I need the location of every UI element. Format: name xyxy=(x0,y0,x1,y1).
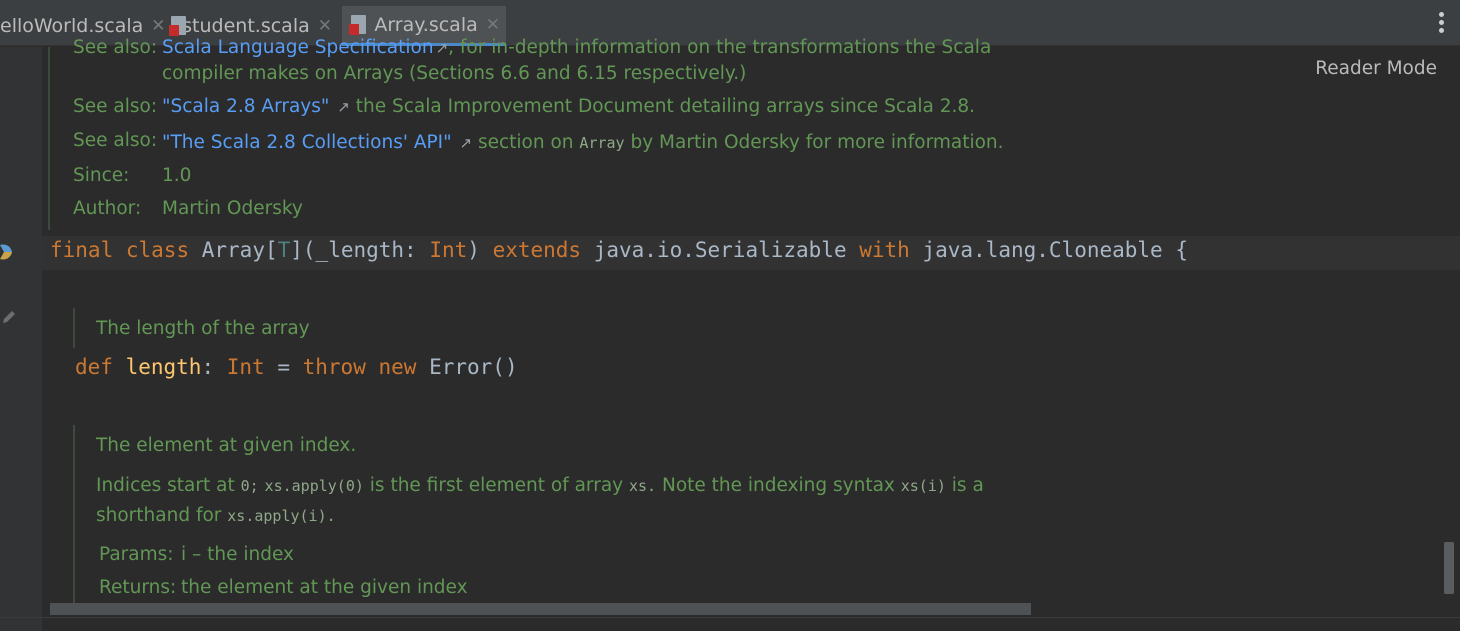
external-link-icon: ↗ xyxy=(459,134,473,152)
length-def-line[interactable]: def length: Int = throw new Error() xyxy=(75,355,518,379)
doc-link[interactable]: "Scala 2.8 Arrays" xyxy=(162,96,329,117)
see-also-collections-line: "The Scala 2.8 Collections' API" ↗ secti… xyxy=(162,132,1004,153)
close-icon[interactable]: ✕ xyxy=(486,15,500,35)
see-also-text: the Scala Improvement Document detailing… xyxy=(355,96,976,117)
keyword: final xyxy=(50,238,114,262)
type: Int xyxy=(429,238,468,262)
params: ](_length: xyxy=(290,238,430,262)
punct: : xyxy=(201,355,227,379)
keyword: extends xyxy=(492,238,582,262)
supertype: java.lang.Cloneable { xyxy=(909,238,1188,262)
horizontal-scrollbar[interactable] xyxy=(50,603,1031,615)
punct: = xyxy=(264,355,303,379)
doc-text: Note the indexing syntax xyxy=(661,475,895,496)
inline-code: xs.apply(0) xyxy=(264,477,364,495)
type: Int xyxy=(226,355,265,379)
see-also-text: by Martin Odersky for more information. xyxy=(630,132,1004,153)
keyword: def xyxy=(75,355,113,379)
doc-comment-apply xyxy=(73,425,75,603)
returns-value: the element at the given index xyxy=(181,577,468,598)
inline-code: xs. xyxy=(629,477,657,495)
see-also-continuation: compiler makes on Arrays (Sections 6.6 a… xyxy=(162,63,747,84)
since-value: 1.0 xyxy=(162,165,192,186)
class-declaration-line[interactable]: final class Array[T](_length: Int) exten… xyxy=(50,238,1188,262)
inline-code: Array xyxy=(579,134,625,152)
external-link-icon: ↗ xyxy=(435,39,449,57)
class-name: Array[ xyxy=(201,238,278,262)
since-label: Since: xyxy=(73,165,130,186)
see-also-label: See also: xyxy=(73,130,158,151)
more-options-icon[interactable] xyxy=(1436,12,1446,38)
external-link-icon: ↗ xyxy=(337,98,350,116)
tab-label: elloWorld.scala xyxy=(0,15,144,37)
function-name: length xyxy=(125,355,202,379)
author-value: Martin Odersky xyxy=(162,198,303,219)
author-label: Author: xyxy=(73,198,142,219)
doc-comment-array xyxy=(48,47,50,230)
see-also-label: See also: xyxy=(73,96,158,117)
edit-pencil-icon[interactable] xyxy=(2,310,16,324)
doc-text: shorthand for xyxy=(96,505,222,526)
see-also-arrays-line: "Scala 2.8 Arrays" ↗ the Scala Improveme… xyxy=(162,96,975,117)
doc-text: is the first element of array xyxy=(369,475,624,496)
keyword: class xyxy=(125,238,190,262)
tab-label: student.scala xyxy=(182,15,310,37)
see-also-label: See also: xyxy=(73,37,158,58)
divider xyxy=(0,617,1460,618)
inline-code: xs(i) xyxy=(900,477,946,495)
keyword: with xyxy=(859,238,910,262)
expression: Error() xyxy=(416,355,518,379)
returns-label: Returns: xyxy=(99,577,177,598)
editor-gutter xyxy=(0,47,42,631)
doc-link[interactable]: Scala Language Specification xyxy=(162,37,434,58)
see-also-text: section on xyxy=(477,132,574,153)
supertype: java.io.Serializable xyxy=(581,238,860,262)
doc-text: is a xyxy=(951,475,984,496)
reader-mode-toggle[interactable]: Reader Mode xyxy=(1315,58,1437,79)
tab-label: Array.scala xyxy=(374,13,478,36)
doc-comment-length xyxy=(73,308,75,348)
params-label: Params: xyxy=(99,544,174,565)
see-also-line: Scala Language Specification ↗, for in-de… xyxy=(162,37,991,58)
doc-apply-paragraph: Indices start at 0; xs.apply(0) is the f… xyxy=(96,475,984,496)
close-icon[interactable]: ✕ xyxy=(318,16,332,36)
see-also-text: , for in-depth information on the transf… xyxy=(448,37,992,58)
inline-code: xs.apply(i). xyxy=(227,507,336,525)
implementation-marker-icon[interactable] xyxy=(0,243,16,261)
keyword: new xyxy=(378,355,417,379)
params: ) xyxy=(467,238,493,262)
keyword: throw xyxy=(302,355,366,379)
inline-code: 0; xyxy=(240,477,259,495)
doc-apply-title: The element at given index. xyxy=(96,435,357,456)
scala-file-icon xyxy=(348,13,368,37)
params-value: i – the index xyxy=(181,544,295,565)
doc-text: Indices start at xyxy=(96,475,235,496)
doc-apply-paragraph-cont: shorthand for xs.apply(i). xyxy=(96,505,336,526)
doc-length-text: The length of the array xyxy=(96,318,310,339)
scala-file-icon xyxy=(168,14,186,38)
type-param: T xyxy=(277,238,291,262)
vertical-scrollbar[interactable] xyxy=(1444,542,1454,594)
doc-link[interactable]: "The Scala 2.8 Collections' API" xyxy=(162,132,452,153)
